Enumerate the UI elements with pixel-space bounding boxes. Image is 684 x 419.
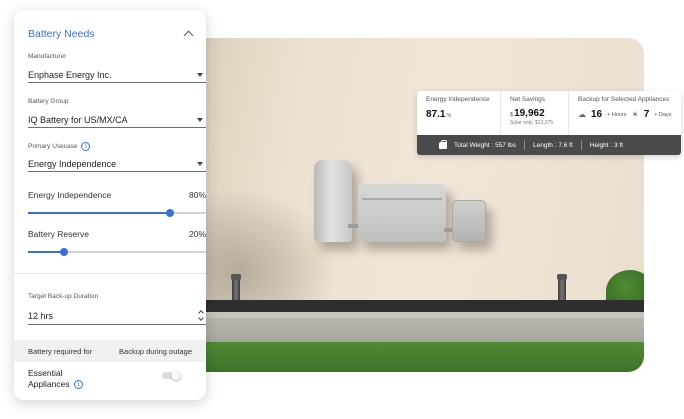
stats-row: Energy Independence 87.1 % Net Savings $… bbox=[417, 91, 681, 135]
days-value: 7 bbox=[643, 109, 650, 120]
caret-down-icon bbox=[197, 72, 203, 77]
energy-independence-slider: Energy Independence 80% bbox=[28, 190, 206, 217]
select-value: IQ Battery for US/MX/CA bbox=[28, 114, 128, 125]
essential-label: Essential Appliances i bbox=[28, 368, 88, 390]
chevron-up-icon[interactable] bbox=[183, 30, 194, 41]
slider-fill bbox=[28, 251, 64, 253]
card-header[interactable]: Battery Needs bbox=[14, 10, 206, 58]
field-label: Primary Usecase i bbox=[28, 142, 206, 151]
energy-value: 87.1 bbox=[426, 109, 446, 120]
field-label: Target Back-up Duration bbox=[28, 293, 99, 300]
slider-head: Battery Reserve 20% bbox=[28, 229, 206, 239]
primary-usecase-field: Primary Usecase i Energy Independence bbox=[28, 142, 206, 172]
battery-group-select[interactable]: IQ Battery for US/MX/CA bbox=[28, 112, 206, 128]
slider-thumb[interactable] bbox=[166, 209, 175, 217]
select-value: Energy Independence bbox=[28, 158, 117, 169]
battery-reserve-slider: Battery Reserve 20% bbox=[28, 229, 206, 256]
manufacturer-select[interactable]: Enphase Energy Inc. bbox=[28, 67, 206, 83]
essential-toggle[interactable] bbox=[162, 370, 181, 380]
stat-energy-independence: Energy Independence 87.1 % bbox=[417, 91, 501, 135]
slider-track[interactable] bbox=[28, 248, 206, 256]
column-header: Backup during outage bbox=[119, 346, 192, 356]
column-header: Battery required for bbox=[28, 346, 93, 356]
essential-label-text: Essential Appliances bbox=[28, 368, 70, 389]
divider bbox=[14, 273, 206, 274]
slider-head: Energy Independence 80% bbox=[28, 190, 206, 200]
battery-wide-unit bbox=[358, 184, 446, 242]
savings-subtext: Solar only: $13,375 bbox=[510, 120, 554, 126]
field-label: Manufacturer bbox=[28, 53, 67, 60]
stats-panel: Energy Independence 87.1 % Net Savings $… bbox=[417, 91, 681, 155]
stat-backup: Backup for Selected Appliances ☁ 16 + Ho… bbox=[569, 91, 681, 135]
backup-values: ☁ 16 + Hours ☀ 7 + Days bbox=[578, 109, 681, 120]
caret-down-icon bbox=[197, 117, 203, 122]
savings-value: 19,962 bbox=[514, 108, 545, 119]
stat-label: Backup for Selected Appliances bbox=[578, 96, 670, 103]
stat-net-savings: Net Savings $ 19,962 Solar only: $13,375 bbox=[501, 91, 569, 135]
total-weight: Total Weight : 557 lbs bbox=[454, 141, 517, 149]
info-icon[interactable]: i bbox=[73, 380, 83, 390]
slider-thumb[interactable] bbox=[59, 248, 68, 256]
battery-tall-unit bbox=[314, 160, 352, 242]
backup-duration-stepper[interactable]: 12 hrs bbox=[28, 307, 206, 325]
house-wall-scene bbox=[186, 38, 644, 372]
slider-track[interactable] bbox=[28, 209, 206, 217]
stat-value: 87.1 % bbox=[426, 109, 500, 120]
stat-label: Net Savings bbox=[510, 96, 546, 103]
slider-value: 80% bbox=[188, 190, 206, 200]
lawn bbox=[186, 342, 644, 372]
sun-icon: ☀ bbox=[631, 110, 639, 119]
hours-unit: + Hours bbox=[607, 111, 627, 118]
cloud-icon: ☁ bbox=[578, 110, 586, 119]
appliance-table-header: Battery required for Backup during outag… bbox=[14, 340, 206, 362]
energy-unit: % bbox=[446, 113, 452, 119]
walkway bbox=[186, 318, 644, 342]
weight-icon bbox=[439, 139, 447, 149]
height-item: Height : 3 ft bbox=[582, 142, 631, 149]
battery-needs-card: Battery Needs Manufacturer Enphase Energ… bbox=[14, 10, 206, 400]
label-text: Primary Usecase bbox=[28, 143, 78, 150]
length: Length : 7.6 ft bbox=[533, 141, 573, 149]
slider-value: 20% bbox=[188, 229, 206, 239]
primary-usecase-select[interactable]: Energy Independence bbox=[28, 156, 206, 172]
currency-symbol: $ bbox=[510, 112, 514, 118]
hours-value: 16 bbox=[591, 109, 603, 120]
spinner-icon[interactable] bbox=[198, 310, 204, 321]
info-icon[interactable]: i bbox=[81, 142, 91, 151]
stat-value: $ 19,962 bbox=[510, 108, 568, 119]
select-value: Enphase Energy Inc. bbox=[28, 69, 112, 80]
slider-fill bbox=[28, 212, 171, 214]
field-label: Battery Group bbox=[28, 98, 69, 105]
page: Energy Independence 87.1 % Net Savings $… bbox=[0, 0, 684, 419]
combiner-box bbox=[452, 200, 486, 242]
manufacturer-field: Manufacturer Enphase Energy Inc. bbox=[28, 53, 206, 83]
slider-label: Battery Reserve bbox=[28, 229, 89, 239]
dimensions-bar: Total Weight : 557 lbs Length : 7.6 ft H… bbox=[417, 135, 681, 155]
card-title: Battery Needs bbox=[28, 28, 95, 40]
weight-item: Total Weight : 557 lbs bbox=[417, 139, 524, 149]
stat-label: Energy Independence bbox=[426, 96, 490, 103]
days-unit: + Days bbox=[654, 111, 672, 118]
essential-appliances-row: Essential Appliances i bbox=[28, 368, 192, 390]
backup-duration-field: Target Back-up Duration 12 hrs bbox=[28, 293, 206, 325]
length-item: Length : 7.6 ft bbox=[525, 142, 581, 149]
wall-base bbox=[186, 300, 644, 312]
select-value: 12 hrs bbox=[28, 310, 54, 321]
slider-label: Energy Independence bbox=[28, 190, 112, 200]
battery-group-field: Battery Group IQ Battery for US/MX/CA bbox=[28, 98, 206, 128]
height: Height : 3 ft bbox=[589, 141, 624, 149]
caret-down-icon bbox=[197, 161, 203, 166]
